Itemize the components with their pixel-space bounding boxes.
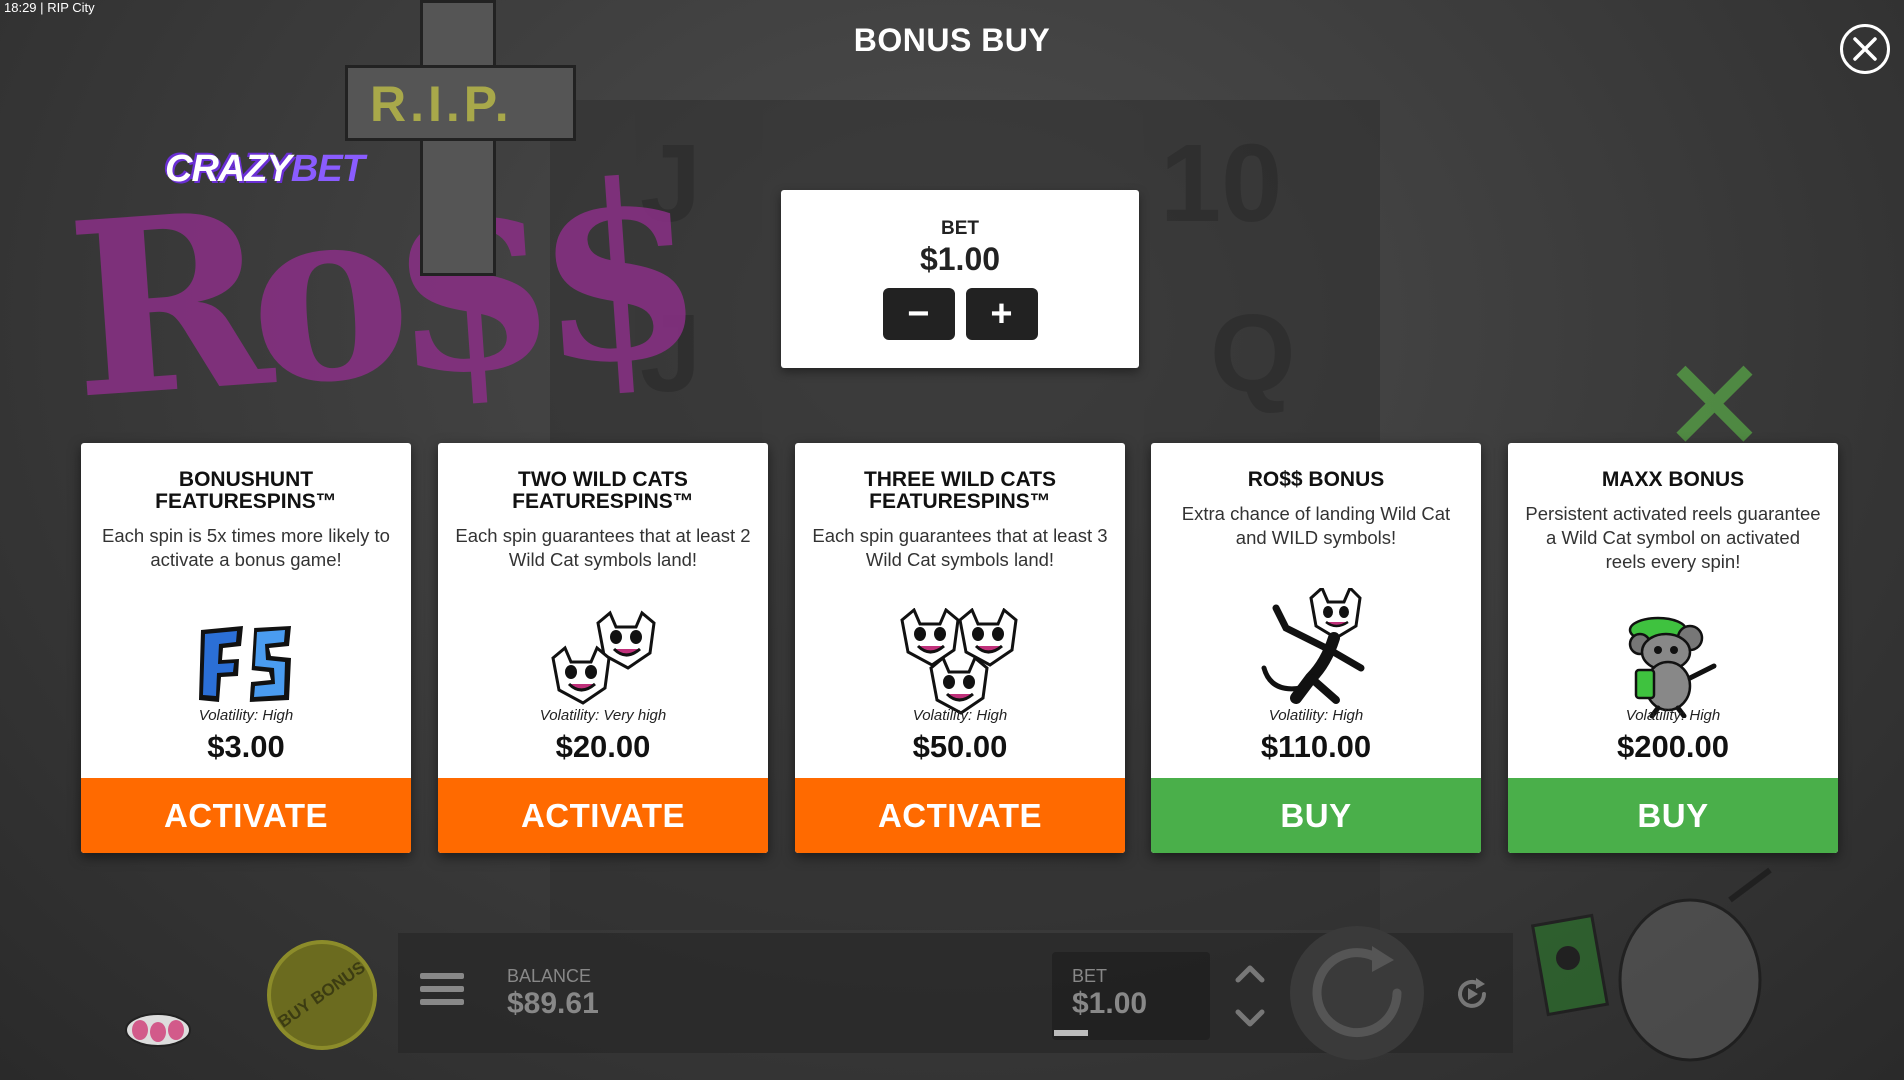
- bet-level-bar: [1054, 1030, 1088, 1036]
- card-price: $110.00: [1260, 729, 1372, 764]
- card-description: Each spin guarantees that at least 3 Wil…: [812, 525, 1108, 570]
- card-description: Extra chance of landing Wild Cat and WIL…: [1181, 503, 1451, 548]
- card-volatility: Volatility: Very high: [539, 707, 667, 724]
- crazybet-logo: CRAZYBET: [165, 148, 365, 190]
- close-icon: [1853, 37, 1877, 61]
- bonus-card-two-wild-cats: TWO WILD CATS FEATURESPINS™ Each spin gu…: [438, 443, 768, 853]
- card-volatility: Volatility: High: [1268, 707, 1364, 724]
- bet-value: $1.00: [919, 241, 1001, 277]
- card-description: Persistent activated reels guarantee a W…: [1525, 503, 1821, 572]
- card-title: MAXX BONUS: [1601, 468, 1745, 491]
- increase-bet-button[interactable]: +: [965, 288, 1038, 340]
- status-bar: 18:29 | RIP City: [4, 0, 95, 15]
- reel-symbol: 10: [1160, 122, 1283, 245]
- card-title: THREE WILD CATS FEATURESPINS™: [863, 468, 1057, 513]
- cross-text: R.I.P.: [370, 76, 513, 132]
- buy-bonus-label: BUY BONUS: [274, 957, 369, 1032]
- close-button[interactable]: [1840, 24, 1890, 74]
- card-volatility: Volatility: High: [1625, 707, 1721, 724]
- spin-button[interactable]: [1290, 926, 1424, 1060]
- card-title: BONUSHUNT FEATURESPINS™: [155, 468, 337, 513]
- card-price: $20.00: [555, 729, 651, 764]
- activate-button[interactable]: ACTIVATE: [438, 778, 768, 853]
- spin-icon: [1312, 946, 1402, 1038]
- bottom-bet-label: BET: [1072, 966, 1108, 986]
- menu-icon[interactable]: [420, 973, 464, 1009]
- ross-cat-icon: [1151, 578, 1481, 718]
- card-description: Each spin guarantees that at least 2 Wil…: [455, 525, 751, 570]
- bonus-card-ross: RO$$ BONUS Extra chance of landing Wild …: [1151, 443, 1481, 853]
- card-title: RO$$ BONUS: [1247, 468, 1385, 491]
- card-description: Each spin is 5x times more likely to act…: [102, 525, 390, 570]
- card-price: $50.00: [912, 729, 1008, 764]
- card-price: $3.00: [207, 729, 285, 764]
- status-time: 18:29: [4, 0, 37, 15]
- activate-button[interactable]: ACTIVATE: [81, 778, 411, 853]
- mouse-character-background: [1530, 867, 1772, 1062]
- bet-display: BET $1.00: [1052, 952, 1210, 1040]
- balance-label: BALANCE: [507, 966, 592, 986]
- activate-button[interactable]: ACTIVATE: [795, 778, 1125, 853]
- reel-symbol: Q: [1210, 292, 1296, 415]
- buy-bonus-button[interactable]: BUY BONUS: [267, 940, 377, 1050]
- status-app-name: RIP City: [47, 0, 95, 15]
- page-title: BONUS BUY: [853, 22, 1051, 58]
- card-volatility: Volatility: High: [198, 707, 294, 724]
- cat-paw-icon: [125, 1013, 191, 1047]
- bonus-card-three-wild-cats: THREE WILD CATS FEATURESPINS™ Each spin …: [795, 443, 1125, 853]
- bonus-card-bonushunt: BONUSHUNT FEATURESPINS™ Each spin is 5x …: [81, 443, 411, 853]
- balance-value: $89.61: [507, 987, 599, 1020]
- card-volatility: Volatility: High: [912, 707, 1008, 724]
- bet-up-down-arrows-icon[interactable]: [1232, 962, 1268, 1030]
- bet-selector-panel: BET $1.00 − +: [781, 190, 1139, 368]
- card-title: TWO WILD CATS FEATURESPINS™: [512, 468, 694, 513]
- buy-button[interactable]: BUY: [1151, 778, 1481, 853]
- decrease-bet-button[interactable]: −: [882, 288, 955, 340]
- bottom-bet-value: $1.00: [1072, 987, 1148, 1020]
- bonus-card-maxx: MAXX BONUS Persistent activated reels gu…: [1508, 443, 1838, 853]
- bet-label: BET: [941, 218, 979, 239]
- autoplay-icon[interactable]: [1452, 974, 1492, 1014]
- card-price: $200.00: [1616, 729, 1730, 764]
